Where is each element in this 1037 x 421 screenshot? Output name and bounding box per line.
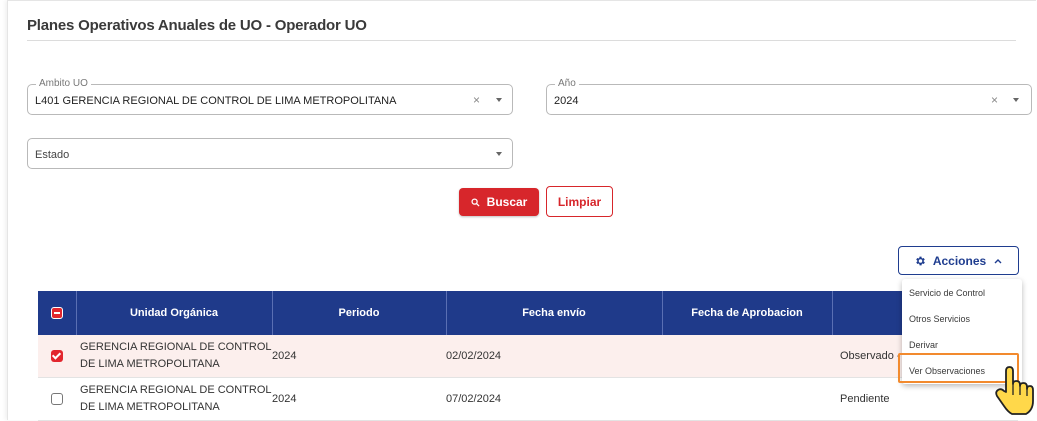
row-checkbox-cell[interactable] bbox=[38, 335, 76, 378]
search-button[interactable]: Buscar bbox=[459, 188, 539, 216]
anio-select[interactable]: Año 2024 × bbox=[546, 78, 1032, 115]
unit-line: DE LIMA METROPOLITANA bbox=[80, 358, 220, 370]
menu-item-otros-servicios[interactable]: Otros Servicios bbox=[902, 306, 1022, 332]
unit-cell: GERENCIA REGIONAL DE CONTROL DE LIMA MET… bbox=[76, 377, 272, 421]
ambito-uo-value: L401 GERENCIA REGIONAL DE CONTROL DE LIM… bbox=[35, 95, 397, 107]
menu-item-servicio-control[interactable]: Servicio de Control bbox=[902, 280, 1022, 306]
period-cell: 2024 bbox=[272, 377, 446, 421]
unit-line: GERENCIA REGIONAL DE CONTROL bbox=[80, 341, 272, 353]
chevron-up-icon bbox=[994, 258, 1002, 263]
column-header-fecha-envio[interactable]: Fecha envío bbox=[446, 291, 663, 335]
poa-table: Unidad Orgánica Periodo Fecha envío Fech… bbox=[38, 291, 1019, 421]
clear-icon[interactable]: × bbox=[473, 94, 480, 106]
search-icon bbox=[471, 197, 480, 207]
actions-button-label: Acciones bbox=[932, 253, 987, 268]
hand-pointer-icon bbox=[995, 366, 1034, 415]
table-row[interactable]: GERENCIA REGIONAL DE CONTROL DE LIMA MET… bbox=[38, 335, 1018, 378]
title-divider bbox=[27, 40, 1016, 41]
ambito-uo-select[interactable]: Ambito UO L401 GERENCIA REGIONAL DE CONT… bbox=[27, 78, 513, 115]
row-checkbox[interactable] bbox=[51, 393, 63, 406]
approval-date-cell bbox=[662, 335, 832, 378]
table-header-row: Unidad Orgánica Periodo Fecha envío Fech… bbox=[38, 291, 1019, 335]
clear-button[interactable]: Limpiar bbox=[546, 186, 613, 217]
approval-date-cell bbox=[662, 377, 832, 421]
anio-label: Año bbox=[555, 78, 579, 90]
clear-icon[interactable]: × bbox=[991, 94, 998, 106]
select-all-cell[interactable] bbox=[38, 291, 77, 335]
period-cell: 2024 bbox=[272, 335, 446, 378]
column-header-periodo[interactable]: Periodo bbox=[272, 291, 447, 335]
estado-select[interactable]: Estado bbox=[27, 138, 513, 169]
unit-cell: GERENCIA REGIONAL DE CONTROL DE LIMA MET… bbox=[76, 335, 272, 378]
row-checkbox[interactable] bbox=[51, 350, 63, 363]
column-header-unidad[interactable]: Unidad Orgánica bbox=[76, 291, 273, 335]
gear-icon bbox=[916, 256, 925, 265]
unit-line: GERENCIA REGIONAL DE CONTROL bbox=[80, 384, 272, 396]
estado-placeholder: Estado bbox=[35, 149, 70, 161]
actions-button[interactable]: Acciones bbox=[898, 246, 1019, 275]
sent-date-cell: 07/02/2024 bbox=[446, 377, 662, 421]
unit-line: DE LIMA METROPOLITANA bbox=[80, 401, 220, 413]
table-row[interactable]: GERENCIA REGIONAL DE CONTROL DE LIMA MET… bbox=[38, 377, 1018, 421]
row-checkbox-cell[interactable] bbox=[38, 377, 76, 421]
anio-value: 2024 bbox=[554, 95, 579, 107]
page-title: Planes Operativos Anuales de UO - Operad… bbox=[27, 17, 367, 34]
chevron-down-icon[interactable] bbox=[1013, 98, 1019, 102]
chevron-down-icon[interactable] bbox=[496, 98, 502, 102]
sent-date-cell: 02/02/2024 bbox=[446, 335, 662, 378]
select-all-checkbox[interactable] bbox=[50, 307, 63, 320]
chevron-down-icon[interactable] bbox=[496, 152, 502, 156]
search-button-label: Buscar bbox=[486, 195, 528, 209]
column-header-fecha-aprobacion[interactable]: Fecha de Aprobacion bbox=[662, 291, 833, 335]
ambito-uo-label: Ambito UO bbox=[36, 78, 91, 90]
